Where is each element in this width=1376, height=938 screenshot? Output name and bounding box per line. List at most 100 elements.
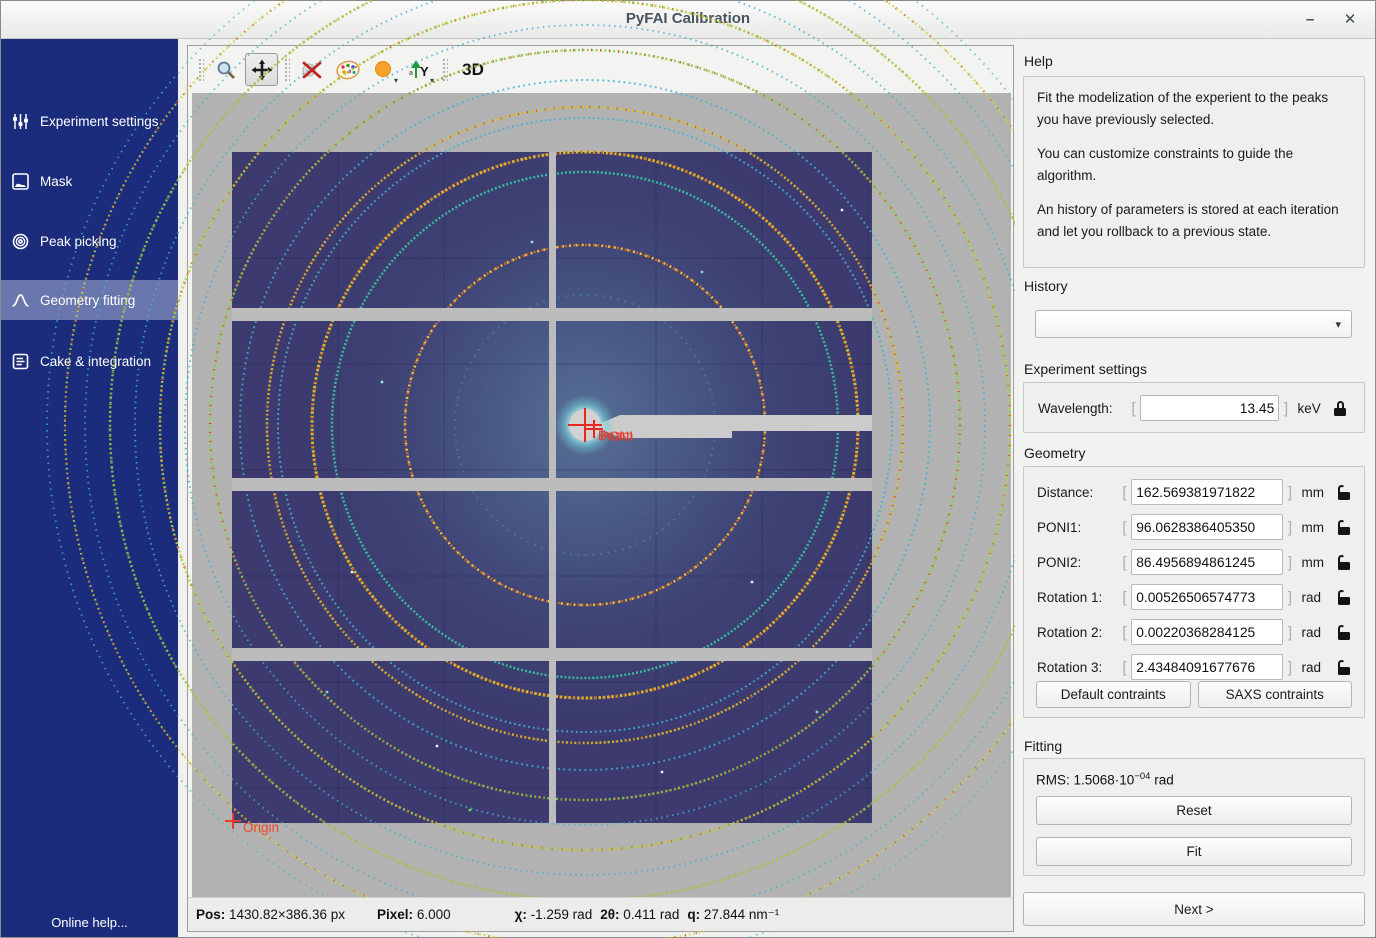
tth-label: 2θ:	[600, 907, 619, 922]
close-button[interactable]: ✕	[1337, 9, 1363, 31]
tth-value: 0.411 rad	[623, 907, 679, 922]
y-axis-icon: a Y	[408, 58, 432, 82]
sidebar-item-peak-picking[interactable]: Peak picking	[1, 221, 178, 261]
poni1-input[interactable]	[1131, 514, 1283, 540]
window-title: PyFAI Calibration	[1, 10, 1375, 27]
sidebar-item-experiment-settings[interactable]: Experiment settings	[1, 101, 178, 141]
right-panel: Help Fit the modelization of the experie…	[1015, 39, 1375, 937]
help-section-title: Help	[1024, 53, 1053, 69]
geometry-fitting-icon	[11, 291, 30, 310]
sidebar-item-label: Experiment settings	[40, 114, 159, 129]
plot-canvas[interactable]: Beam PONI Origin	[192, 93, 1011, 897]
distance-input[interactable]	[1131, 479, 1283, 505]
rotation1-label: Rotation 1:	[1037, 590, 1119, 605]
sidebar-item-geometry-fitting[interactable]: Geometry fitting	[1, 280, 178, 320]
diffraction-image: Beam PONI Origin	[232, 152, 872, 823]
sidebar-item-label: Cake & integration	[40, 354, 151, 369]
saxs-constraints-button[interactable]: SAXS contraints	[1198, 681, 1353, 708]
sidebar-item-mask[interactable]: Mask	[1, 161, 178, 201]
dropdown-caret-icon: ▾	[394, 76, 398, 85]
constraint-bracket: [	[1128, 399, 1140, 418]
online-help-link[interactable]: Online help...	[1, 915, 178, 930]
lock-icon[interactable]	[1338, 625, 1351, 640]
orange-circle-icon	[373, 59, 395, 81]
pixel-value: 6.000	[417, 907, 451, 922]
rotation2-input[interactable]	[1131, 619, 1283, 645]
rotation3-input[interactable]	[1131, 654, 1283, 680]
zoom-tool-button[interactable]	[209, 53, 242, 86]
geometry-section-title: Geometry	[1024, 445, 1085, 461]
sidebar-item-label: Geometry fitting	[40, 293, 135, 308]
fitting-section-title: Fitting	[1024, 738, 1062, 754]
cake-integration-icon	[11, 352, 30, 371]
constraint-bracket: ]	[1283, 623, 1295, 642]
rotation1-unit: rad	[1302, 590, 1332, 605]
reset-zoom-button[interactable]	[295, 53, 328, 86]
palette-icon	[335, 59, 361, 81]
default-constraints-button[interactable]: Default contraints	[1036, 681, 1191, 708]
rotation3-unit: rad	[1302, 660, 1332, 675]
colormap-button[interactable]	[331, 53, 364, 86]
reset-button[interactable]: Reset	[1036, 796, 1352, 825]
constraint-bracket: [	[1119, 658, 1131, 677]
rotation3-label: Rotation 3:	[1037, 660, 1119, 675]
sidebar-item-cake-integration[interactable]: Cake & integration	[1, 341, 178, 381]
experiment-settings-box: Wavelength: [ ] keV	[1023, 382, 1365, 433]
plot-status-bar: Pos: 1430.82×386.36 px Pixel: 6.000 χ: -…	[188, 897, 1013, 931]
pyfai-calibration-window: PyFAI Calibration – ✕ Experiment setting…	[0, 0, 1376, 938]
rotation2-label: Rotation 2:	[1037, 625, 1119, 640]
lock-icon[interactable]	[1338, 485, 1351, 500]
help-box: Fit the modelization of the experient to…	[1023, 76, 1365, 268]
svg-text:a: a	[409, 70, 413, 77]
constraint-bracket: [	[1119, 553, 1131, 572]
rms-value: RMS: 1.5068·10−04 rad	[1036, 771, 1174, 788]
lock-icon[interactable]	[1338, 590, 1351, 605]
constraint-bracket: ]	[1283, 518, 1295, 537]
constraint-bracket: [	[1119, 483, 1131, 502]
distance-unit: mm	[1302, 485, 1332, 500]
plot-frame: ▾ a Y ▾ 3D	[187, 45, 1014, 932]
red-cross-icon	[300, 58, 324, 82]
constraint-bracket: ]	[1279, 399, 1291, 418]
chi-label: χ:	[515, 907, 527, 922]
lock-icon[interactable]	[1338, 660, 1351, 675]
y-axis-orientation-button[interactable]: a Y ▾	[403, 53, 436, 86]
pan-tool-button[interactable]	[245, 53, 278, 86]
constraint-bracket: [	[1119, 588, 1131, 607]
chi-value: -1.259 rad	[531, 907, 593, 922]
q-label: q:	[687, 907, 700, 922]
fitting-box: RMS: 1.5068·10−04 rad Reset Fit	[1023, 758, 1365, 876]
rotation1-input[interactable]	[1131, 584, 1283, 610]
help-paragraph: Fit the modelization of the experient to…	[1037, 87, 1351, 130]
help-paragraph: An history of parameters is stored at ea…	[1037, 199, 1351, 242]
chevron-down-icon: ▾	[1335, 318, 1341, 331]
peak-picking-icon	[11, 232, 30, 251]
constraint-bracket: ]	[1283, 658, 1295, 677]
lock-icon[interactable]	[1334, 401, 1347, 416]
experiment-settings-section-title: Experiment settings	[1024, 361, 1147, 377]
history-dropdown[interactable]: ▾	[1035, 310, 1352, 338]
origin-label: Origin	[243, 820, 279, 835]
poni1-label: PONI1:	[1037, 520, 1119, 535]
plot-toolbar: ▾ a Y ▾ 3D	[188, 46, 1013, 93]
wavelength-input[interactable]	[1140, 395, 1279, 421]
distance-label: Distance:	[1037, 485, 1119, 500]
poni-label: PONI	[600, 429, 633, 444]
poni2-unit: mm	[1302, 555, 1332, 570]
minimize-button[interactable]: –	[1297, 9, 1323, 31]
next-button[interactable]: Next >	[1023, 892, 1365, 926]
poni1-unit: mm	[1302, 520, 1332, 535]
svg-text:Y: Y	[420, 64, 429, 79]
3d-view-button[interactable]: 3D	[453, 53, 493, 86]
poni2-input[interactable]	[1131, 549, 1283, 575]
pos-label: Pos:	[196, 907, 225, 922]
lock-icon[interactable]	[1338, 555, 1351, 570]
pos-value: 1430.82×386.36 px	[229, 907, 345, 922]
lock-icon[interactable]	[1338, 520, 1351, 535]
magnifier-icon	[215, 59, 237, 81]
constraint-bracket: ]	[1283, 483, 1295, 502]
fit-button[interactable]: Fit	[1036, 837, 1352, 866]
rotation2-unit: rad	[1302, 625, 1332, 640]
constraint-bracket: [	[1119, 518, 1131, 537]
toolbar-grip[interactable]	[283, 57, 290, 83]
